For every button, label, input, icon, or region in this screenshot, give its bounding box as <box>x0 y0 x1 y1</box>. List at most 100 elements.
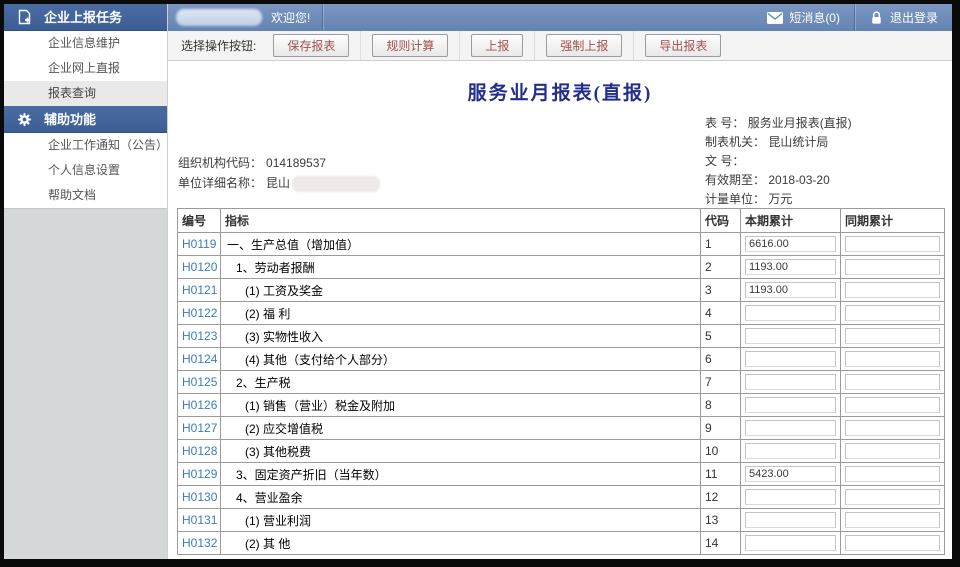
row-id-link[interactable]: H0127 <box>182 421 217 435</box>
prior-period-cell <box>841 325 945 348</box>
toolbar-divider <box>534 31 535 60</box>
current-period-input[interactable] <box>745 466 836 482</box>
app-window: 企业上报任务企业信息维护企业网上直报报表查询辅助功能企业工作通知（公告）个人信息… <box>4 4 952 559</box>
meta-value: 2018-03-20 <box>768 173 829 187</box>
prior-period-input[interactable] <box>845 443 940 459</box>
current-period-input[interactable] <box>745 374 836 390</box>
current-period-input[interactable] <box>745 328 836 344</box>
current-period-input[interactable] <box>745 305 836 321</box>
sidebar-item[interactable]: 个人信息设置 <box>4 158 167 183</box>
sidebar-item[interactable]: 企业网上直报 <box>4 56 167 81</box>
toolbar-button[interactable]: 规则计算 <box>372 34 448 57</box>
sidebar-section-header[interactable]: 企业上报任务 <box>4 4 167 31</box>
current-period-cell <box>741 463 841 486</box>
row-id-link[interactable]: H0121 <box>182 283 217 297</box>
messages-button[interactable]: 短消息(0) <box>753 4 854 31</box>
prior-period-cell <box>841 509 945 532</box>
table-row: H01201、劳动者报酬2 <box>178 256 945 279</box>
sidebar-item[interactable]: 报表查询 <box>4 81 167 106</box>
topbar-divider <box>322 4 323 31</box>
toolbar-button[interactable]: 上报 <box>471 34 523 57</box>
prior-period-input[interactable] <box>845 305 940 321</box>
code-cell: 14 <box>701 532 741 555</box>
indicator-cell: (1) 销售（营业）税金及附加 <box>221 394 701 417</box>
prior-period-input[interactable] <box>845 535 940 551</box>
code-cell: 5 <box>701 325 741 348</box>
current-period-input[interactable] <box>745 282 836 298</box>
topbar-actions: 短消息(0) 退出登录 <box>753 4 952 31</box>
current-period-cell <box>741 486 841 509</box>
row-id-link[interactable]: H0129 <box>182 467 217 481</box>
code-cell: 2 <box>701 256 741 279</box>
prior-period-input[interactable] <box>845 397 940 413</box>
censored-unit-name <box>292 176 380 192</box>
current-period-cell <box>741 371 841 394</box>
row-id-link[interactable]: H0122 <box>182 306 217 320</box>
row-id-link[interactable]: H0119 <box>182 237 216 251</box>
current-period-input[interactable] <box>745 420 836 436</box>
prior-period-cell <box>841 371 945 394</box>
meta-value: 昆山统计局 <box>768 135 828 149</box>
prior-period-cell <box>841 532 945 555</box>
current-period-input[interactable] <box>745 443 836 459</box>
current-period-input[interactable] <box>745 397 836 413</box>
prior-period-input[interactable] <box>845 420 940 436</box>
row-id-link[interactable]: H0130 <box>182 490 217 504</box>
toolbar-button[interactable]: 导出报表 <box>645 34 721 57</box>
prior-period-input[interactable] <box>845 374 940 390</box>
current-period-input[interactable] <box>745 512 836 528</box>
envelope-icon <box>767 12 783 24</box>
indicator-cell: (3) 实物性收入 <box>221 325 701 348</box>
indicator-cell: 2、生产税 <box>221 371 701 394</box>
sidebar-section-header[interactable]: 辅助功能 <box>4 106 167 133</box>
prior-period-input[interactable] <box>845 236 940 252</box>
row-id-link[interactable]: H0126 <box>182 398 217 412</box>
row-id-link[interactable]: H0120 <box>182 260 217 274</box>
logout-button[interactable]: 退出登录 <box>855 4 952 31</box>
current-period-input[interactable] <box>745 259 836 275</box>
row-id-link[interactable]: H0132 <box>182 536 217 550</box>
row-id-link[interactable]: H0125 <box>182 375 217 389</box>
lock-icon <box>869 10 884 25</box>
table-row: H0121(1) 工资及奖金3 <box>178 279 945 302</box>
prior-period-input[interactable] <box>845 489 940 505</box>
current-period-input[interactable] <box>745 489 836 505</box>
current-period-input[interactable] <box>745 535 836 551</box>
table-row: H01304、营业盈余12 <box>178 486 945 509</box>
column-header: 指标 <box>221 209 701 233</box>
current-period-input[interactable] <box>745 236 836 252</box>
row-id-link[interactable]: H0124 <box>182 352 217 366</box>
row-id-cell: H0132 <box>178 532 221 555</box>
toolbar: 选择操作按钮: 保存报表规则计算上报强制上报导出报表 <box>168 31 952 61</box>
sidebar-item[interactable]: 帮助文档 <box>4 183 167 208</box>
prior-period-cell <box>841 463 945 486</box>
code-cell: 12 <box>701 486 741 509</box>
code-cell: 13 <box>701 509 741 532</box>
row-id-link[interactable]: H0128 <box>182 444 217 458</box>
censored-username <box>176 9 262 26</box>
row-id-cell: H0130 <box>178 486 221 509</box>
prior-period-input[interactable] <box>845 351 940 367</box>
prior-period-input[interactable] <box>845 466 940 482</box>
row-id-cell: H0124 <box>178 348 221 371</box>
code-cell: 3 <box>701 279 741 302</box>
current-period-input[interactable] <box>745 351 836 367</box>
prior-period-input[interactable] <box>845 328 940 344</box>
report-title: 服务业月报表(直报) <box>168 78 952 105</box>
table-row: H01252、生产税7 <box>178 371 945 394</box>
table-row: H01293、固定资产折旧（当年数）11 <box>178 463 945 486</box>
sidebar-section-title: 企业上报任务 <box>44 4 122 31</box>
report-content: 服务业月报表(直报) 组织机构代码：014189537 单位详细名称：昆山 表 … <box>168 61 952 559</box>
row-id-cell: H0128 <box>178 440 221 463</box>
toolbar-button[interactable]: 保存报表 <box>273 34 349 57</box>
prior-period-input[interactable] <box>845 512 940 528</box>
row-id-cell: H0131 <box>178 509 221 532</box>
sidebar-item[interactable]: 企业工作通知（公告） <box>4 133 167 158</box>
toolbar-button[interactable]: 强制上报 <box>546 34 622 57</box>
report-meta-line: 文 号： <box>705 152 852 171</box>
prior-period-input[interactable] <box>845 282 940 298</box>
row-id-link[interactable]: H0123 <box>182 329 217 343</box>
row-id-link[interactable]: H0131 <box>182 513 217 527</box>
sidebar-item[interactable]: 企业信息维护 <box>4 31 167 56</box>
prior-period-input[interactable] <box>845 259 940 275</box>
